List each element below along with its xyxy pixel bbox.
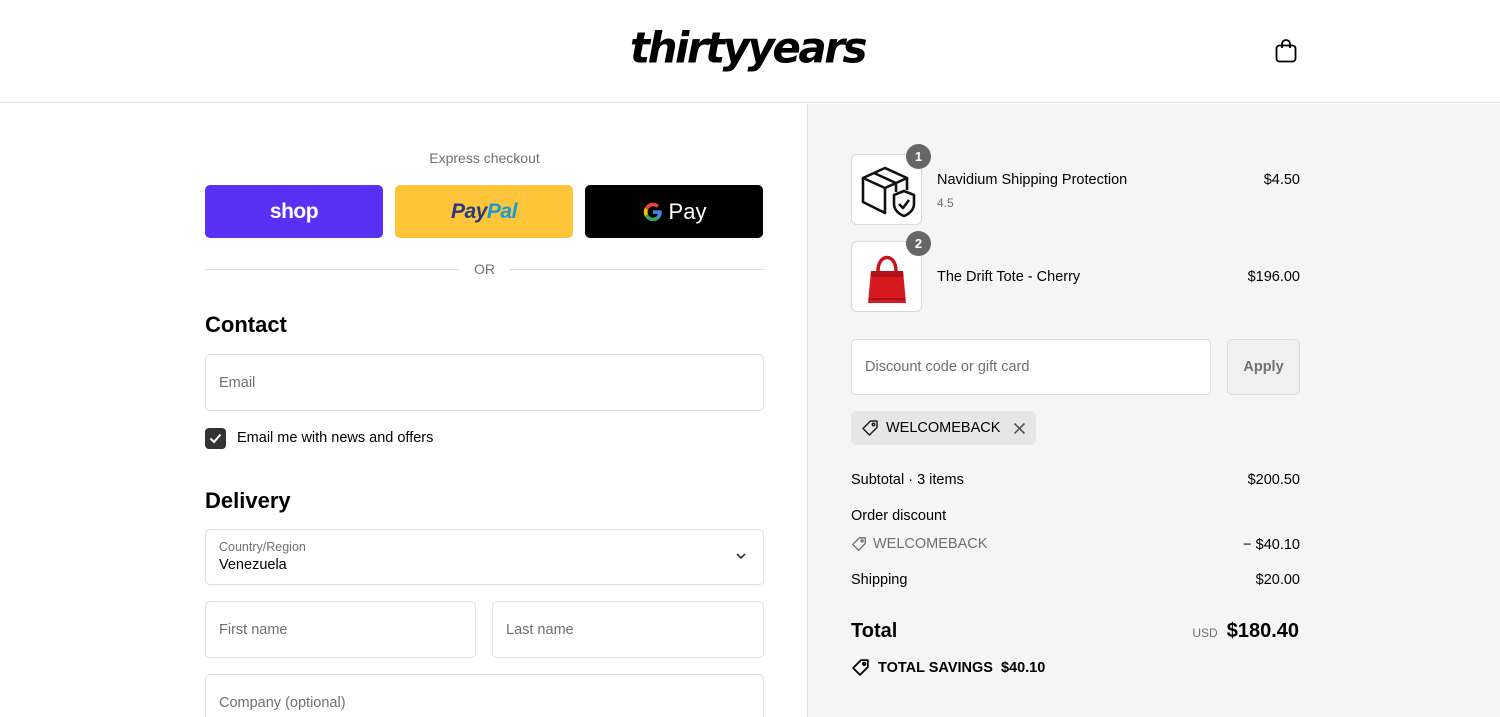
discount-amount: − $40.10 xyxy=(1243,537,1300,553)
item-name: Navidium Shipping Protection xyxy=(937,172,1128,188)
applied-discount-chip: WELCOMEBACK xyxy=(851,411,1037,445)
shop-pay-logo: shop xyxy=(269,199,319,223)
total-amount-group: USD $180.40 xyxy=(1192,620,1299,643)
shop-pay-button[interactable]: shop xyxy=(205,185,383,238)
express-checkout-title: Express checkout xyxy=(429,150,540,166)
chevron-down-icon xyxy=(736,553,746,560)
store-logo[interactable]: thirtyyears xyxy=(630,21,867,74)
first-name-placeholder: First name xyxy=(219,621,288,638)
total-label: Total xyxy=(851,620,898,642)
total-amount: $180.40 xyxy=(1226,620,1299,642)
remove-discount-button[interactable] xyxy=(1013,422,1026,435)
red-tote-bag-image xyxy=(867,255,906,303)
country-label: Country/Region xyxy=(219,540,306,554)
first-name-field[interactable]: First name xyxy=(205,601,476,658)
tag-icon xyxy=(862,420,878,436)
contact-title: Contact xyxy=(205,312,287,337)
subtotal-row: Subtotal · 3 items $200.50 xyxy=(851,472,1300,488)
paypal-button[interactable]: PayPal xyxy=(395,185,573,238)
email-placeholder: Email xyxy=(219,374,256,391)
shopping-bag-icon xyxy=(1275,39,1297,63)
newsletter-option[interactable]: Email me with news and offers xyxy=(205,427,433,449)
order-summary-column: 1 Navidium Shipping Protection 4.5 $4.50… xyxy=(807,104,1500,717)
checkout-form-column: Express checkout shop PayPal Pay OR Cont… xyxy=(0,104,807,717)
paypal-logo: PayPal xyxy=(451,199,517,223)
newsletter-checkbox[interactable] xyxy=(205,427,226,449)
item-quantity-badge: 2 xyxy=(906,231,931,256)
applied-discount-code: WELCOMEBACK xyxy=(886,420,1001,436)
google-g-icon xyxy=(643,202,662,221)
or-divider: OR xyxy=(205,260,764,278)
checkmark-icon xyxy=(209,433,222,443)
total-savings: TOTAL SAVINGS $40.10 xyxy=(851,658,1045,677)
shipping-value: $20.00 xyxy=(1255,572,1300,588)
last-name-placeholder: Last name xyxy=(506,621,574,638)
delivery-title: Delivery xyxy=(205,488,291,513)
header: thirtyyears xyxy=(0,0,1500,103)
subtotal-value: $200.50 xyxy=(1247,472,1300,488)
item-name: The Drift Tote - Cherry xyxy=(937,269,1081,285)
order-discount-row: Order discount xyxy=(851,508,1300,524)
discount-code-input[interactable]: Discount code or gift card xyxy=(851,339,1211,395)
cart-item: 2 The Drift Tote - Cherry $196.00 xyxy=(851,231,1300,313)
country-value: Venezuela xyxy=(219,557,287,573)
country-select[interactable]: Country/Region Venezuela xyxy=(205,529,764,585)
shipping-protection-icon xyxy=(861,166,915,217)
currency-code: USD xyxy=(1192,626,1218,640)
google-pay-button[interactable]: Pay xyxy=(585,185,763,238)
close-icon xyxy=(1014,422,1026,434)
company-placeholder: Company (optional) xyxy=(219,694,346,711)
company-field[interactable]: Company (optional) xyxy=(205,674,764,717)
apply-discount-button[interactable]: Apply xyxy=(1227,339,1300,395)
shipping-label: Shipping xyxy=(851,572,908,588)
last-name-field[interactable]: Last name xyxy=(492,601,764,658)
cart-button[interactable] xyxy=(1272,36,1300,66)
total-savings-value: $40.10 xyxy=(1000,659,1046,676)
item-quantity-badge: 1 xyxy=(906,144,931,169)
order-discount-code: WELCOMEBACK xyxy=(851,536,987,552)
total-savings-label: TOTAL SAVINGS xyxy=(878,659,993,676)
cart-item: 1 Navidium Shipping Protection 4.5 $4.50 xyxy=(851,144,1300,226)
google-pay-logo: Pay xyxy=(642,199,706,225)
discount-placeholder: Discount code or gift card xyxy=(865,359,1030,375)
item-price: $196.00 xyxy=(1247,269,1300,285)
tag-icon xyxy=(852,659,869,676)
item-variant: 4.5 xyxy=(937,196,954,210)
item-price: $4.50 xyxy=(1263,172,1300,188)
shipping-row: Shipping $20.00 xyxy=(851,572,1300,588)
email-field[interactable]: Email xyxy=(205,354,764,411)
newsletter-label: Email me with news and offers xyxy=(237,430,434,446)
subtotal-label: Subtotal · 3 items xyxy=(851,472,964,488)
order-discount-label: Order discount xyxy=(851,508,947,524)
tag-icon xyxy=(852,537,866,551)
